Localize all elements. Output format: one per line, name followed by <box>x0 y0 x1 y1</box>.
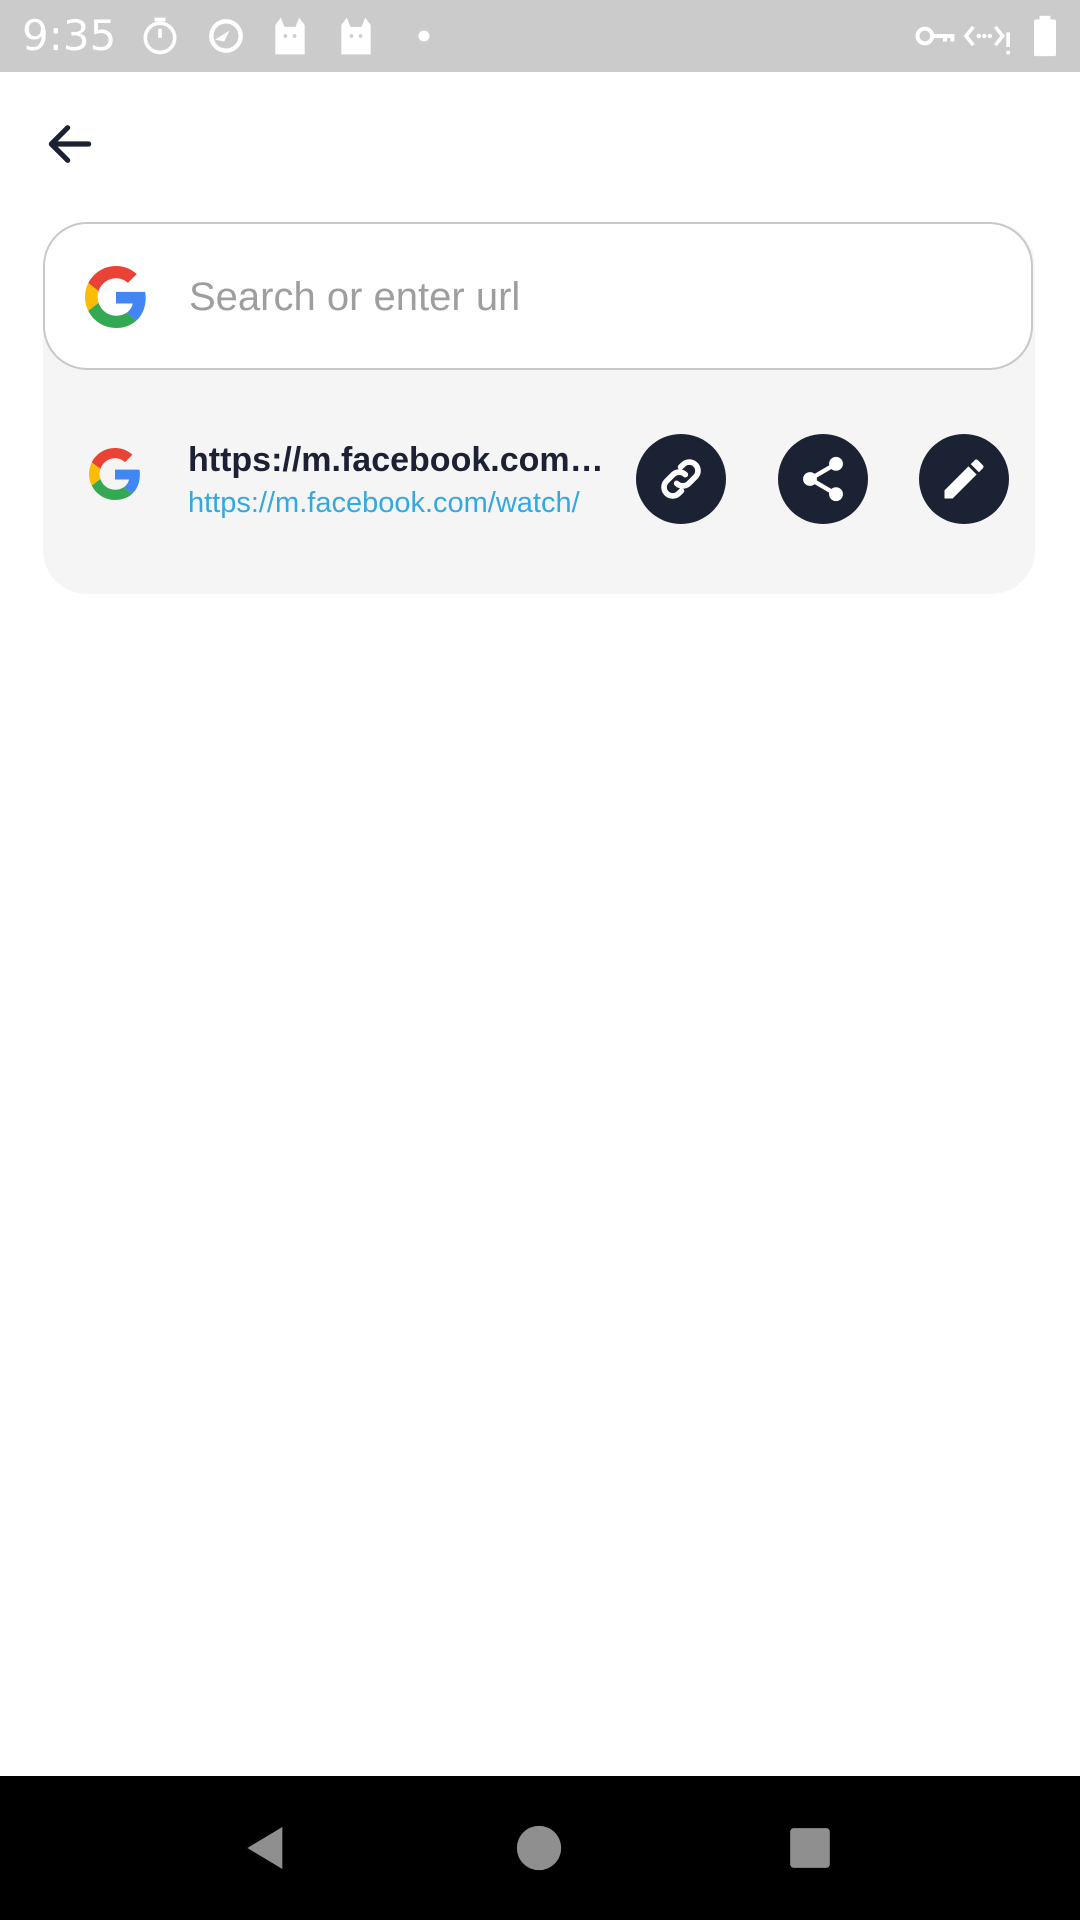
google-icon <box>85 266 146 328</box>
search-input[interactable] <box>187 254 989 340</box>
back-button[interactable] <box>30 104 110 184</box>
status-bar: 9:35 <box>0 0 1080 72</box>
back-triangle-icon <box>247 1827 283 1869</box>
suggestion-title[interactable]: https://m.facebook.com/watch/ <box>188 440 608 480</box>
battery-icon <box>1028 14 1062 58</box>
navigation-bar <box>0 1776 1080 1920</box>
link-icon <box>661 459 701 499</box>
nav-recents-button[interactable] <box>768 1806 852 1890</box>
cat-icon <box>268 14 312 58</box>
copy-link-button[interactable] <box>636 434 726 524</box>
search-box[interactable] <box>43 222 1033 370</box>
google-icon <box>89 448 140 500</box>
dot-icon <box>402 14 446 58</box>
arrow-left-icon <box>48 125 92 163</box>
data-saver-icon <box>204 14 248 58</box>
network-icon <box>962 14 1014 58</box>
timer-icon <box>138 14 182 58</box>
cat-icon <box>334 14 378 58</box>
recents-square-icon <box>790 1828 830 1868</box>
share-icon <box>803 456 843 502</box>
edit-button[interactable] <box>919 434 1009 524</box>
suggestion-url[interactable]: https://m.facebook.com/watch/ <box>188 486 612 520</box>
suggestion-item[interactable]: https://m.facebook.com/watch/ https://m.… <box>43 420 1035 540</box>
screen: 9:35 Search or enter url https://m.faceb… <box>0 0 1080 1920</box>
share-button[interactable] <box>778 434 868 524</box>
edit-icon <box>944 459 984 499</box>
nav-back-button[interactable] <box>224 1806 308 1890</box>
home-circle-icon <box>516 1825 562 1871</box>
vpn-key-icon <box>912 14 956 58</box>
status-time: 9:35 <box>22 11 117 60</box>
nav-home-button[interactable] <box>497 1806 581 1890</box>
